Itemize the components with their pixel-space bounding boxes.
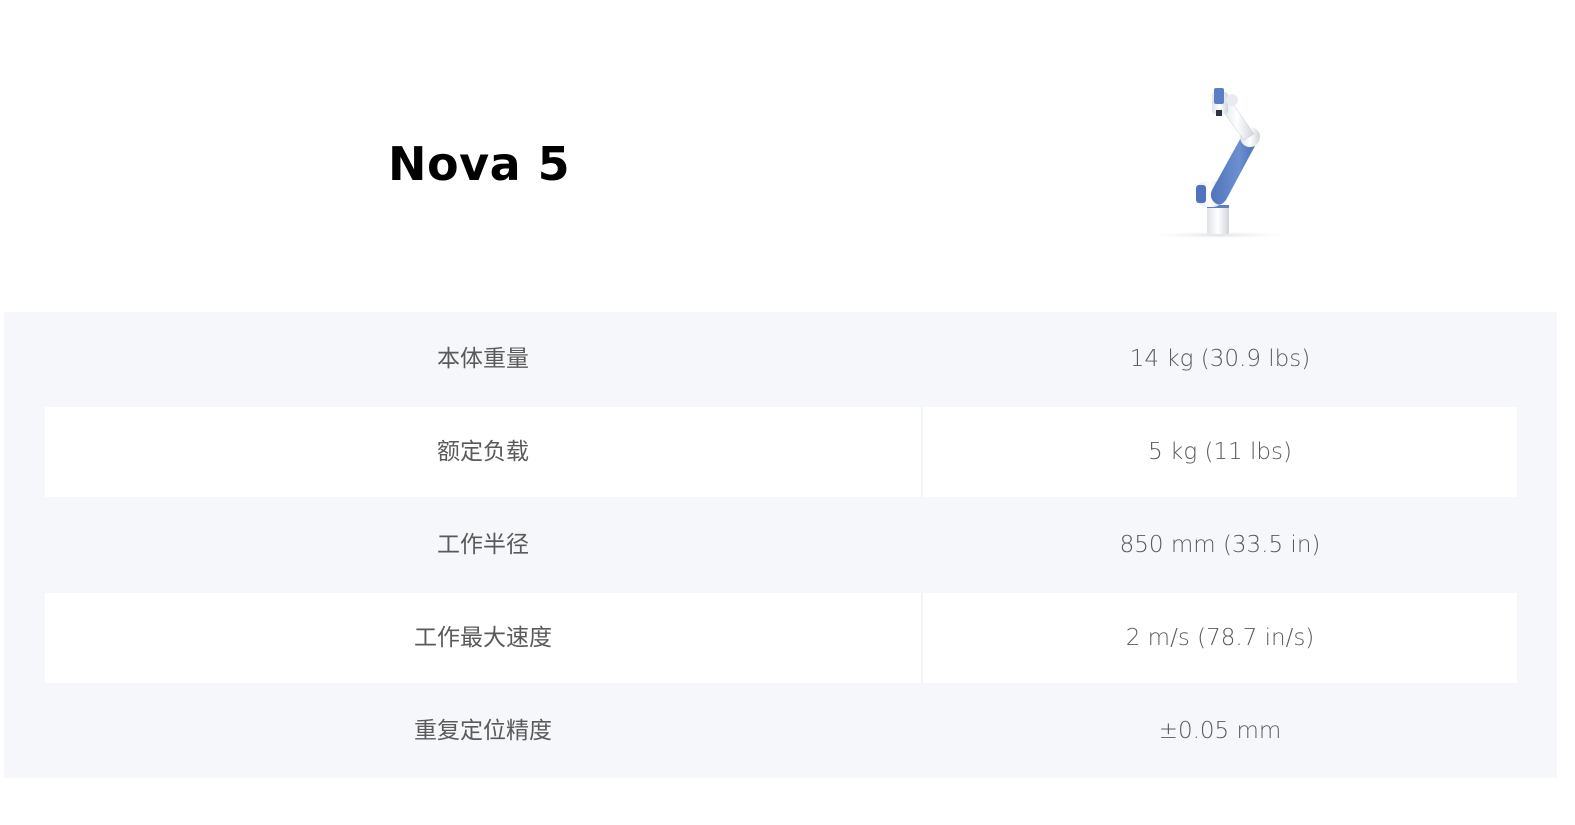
spec-label: 工作半径 bbox=[437, 532, 529, 558]
product-title: Nova 5 bbox=[388, 137, 571, 191]
product-spec-page: Nova 5 本体重量 14 kg (30.9 lbs) 额定负载 5 kg (… bbox=[0, 0, 1575, 825]
table-row: 额定负载 5 kg (11 lbs) bbox=[4, 407, 1557, 497]
table-row: 本体重量 14 kg (30.9 lbs) bbox=[4, 314, 1557, 404]
table-row: 工作半径 850 mm (33.5 in) bbox=[4, 500, 1557, 590]
table-row: 重复定位精度 ±0.05 mm bbox=[4, 686, 1557, 776]
table-row: 工作最大速度 2 m/s (78.7 in/s) bbox=[4, 593, 1557, 683]
spec-label: 本体重量 bbox=[437, 346, 529, 372]
spec-table: 本体重量 14 kg (30.9 lbs) 额定负载 5 kg (11 lbs)… bbox=[4, 312, 1557, 778]
spec-value: 850 mm (33.5 in) bbox=[1119, 532, 1321, 558]
spec-value: 5 kg (11 lbs) bbox=[1148, 439, 1292, 465]
spec-label: 重复定位精度 bbox=[414, 718, 552, 744]
spec-label: 额定负载 bbox=[437, 439, 529, 465]
spec-value: 14 kg (30.9 lbs) bbox=[1129, 346, 1311, 372]
robot-arm-image bbox=[1130, 80, 1310, 250]
spec-label: 工作最大速度 bbox=[414, 625, 552, 651]
spec-value: 2 m/s (78.7 in/s) bbox=[1125, 625, 1315, 651]
robot-arm-icon bbox=[1140, 88, 1296, 239]
spec-value: ±0.05 mm bbox=[1158, 718, 1282, 744]
